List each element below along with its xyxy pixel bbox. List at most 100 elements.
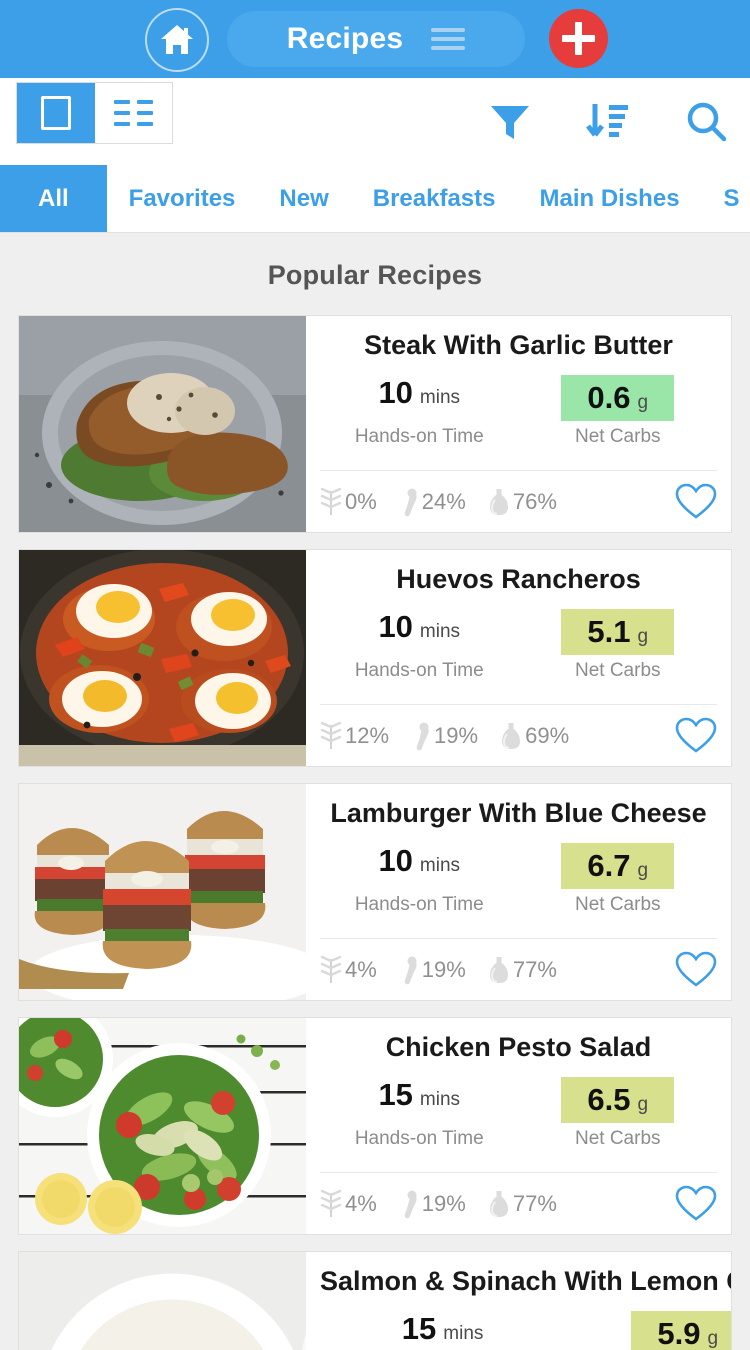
home-button[interactable] [145, 8, 209, 72]
plus-icon [562, 35, 595, 42]
search-magnifier-icon[interactable] [684, 100, 728, 144]
favorite-button[interactable] [675, 1185, 717, 1223]
tab-all[interactable]: All [0, 165, 107, 232]
hamburger-line [431, 37, 466, 41]
net-carbs-unit: g [637, 860, 649, 882]
fat-macro: 76% [488, 487, 557, 517]
app-header: Recipes [0, 0, 750, 78]
time-value: 15 [401, 1311, 437, 1347]
page-title: Recipes [286, 22, 404, 55]
time-label: Hands-on Time [354, 660, 484, 682]
recipe-title: Huevos Rancheros [396, 564, 641, 594]
heart-outline-icon[interactable] [675, 951, 717, 989]
meat-icon [404, 1190, 417, 1218]
macro-breakdown: 4% 19% 77% [320, 938, 717, 1000]
protein-percent: 19% [421, 956, 466, 982]
oil-bottle-icon [489, 1190, 508, 1217]
recipe-thumbnail[interactable] [19, 784, 306, 1000]
recipe-thumbnail[interactable] [19, 316, 306, 532]
wheat-icon [320, 955, 342, 983]
net-carbs-stat: 6.5 g Net Carbs [519, 1077, 718, 1150]
tab-favorites[interactable]: Favorites [107, 165, 258, 232]
recipe-title: Chicken Pesto Salad [385, 1032, 652, 1062]
heart-outline-icon[interactable] [675, 1185, 717, 1223]
protein-percent: 19% [421, 1190, 466, 1216]
tab-s[interactable]: S [702, 165, 750, 232]
net-carbs-value: 6.7 [587, 848, 631, 884]
macro-breakdown: 4% 19% 77% [320, 1172, 717, 1234]
page-title-pill[interactable]: Recipes [227, 11, 525, 67]
carbs-percent: 4% [345, 956, 377, 982]
section-title: Popular Recipes [267, 260, 483, 290]
carbs-macro: 12% [320, 721, 389, 751]
list-view-icon [113, 100, 153, 126]
category-tabs[interactable]: All Favorites New Breakfasts Main Dishes S [0, 165, 750, 233]
carbs-macro: 4% [320, 955, 377, 985]
tab-breakfasts[interactable]: Breakfasts [351, 165, 518, 232]
favorite-button[interactable] [675, 717, 717, 755]
list-view-button[interactable] [95, 83, 173, 143]
wheat-icon [320, 487, 342, 515]
carbs-macro: 4% [320, 1189, 377, 1219]
time-label: Hands-on Time [354, 894, 484, 916]
net-carbs-label: Net Carbs [574, 1128, 661, 1150]
heart-outline-icon[interactable] [675, 483, 717, 521]
home-icon [161, 25, 193, 54]
hands-on-time-stat: 15 mins Hands-on Time [320, 1077, 519, 1150]
recipe-thumbnail[interactable] [19, 1252, 306, 1350]
net-carbs-value: 0.6 [587, 380, 631, 416]
protein-macro: 19% [399, 1189, 466, 1219]
hands-on-time-stat: 10 mins Hands-on Time [320, 843, 519, 916]
favorite-button[interactable] [675, 483, 717, 521]
favorite-button[interactable] [675, 951, 717, 989]
time-label: Hands-on Time [354, 1128, 484, 1150]
net-carbs-stat: 0.6 g Net Carbs [519, 375, 718, 448]
oil-bottle-icon [502, 722, 521, 749]
filter-funnel-icon[interactable] [488, 101, 532, 143]
net-carbs-label: Net Carbs [574, 894, 661, 916]
net-carbs-badge: 6.5 g [561, 1077, 675, 1124]
time-value: 10 [378, 375, 413, 411]
recipe-card[interactable]: Lamburger With Blue Cheese 10 mins Hands… [18, 783, 732, 1001]
hands-on-time-stat: 10 mins Hands-on Time [320, 375, 519, 448]
carbs-macro: 0% [320, 487, 377, 517]
net-carbs-unit: g [637, 392, 649, 414]
net-carbs-unit: g [707, 1328, 719, 1350]
net-carbs-badge: 5.9 g [631, 1311, 731, 1350]
hamburger-menu-icon[interactable] [431, 28, 466, 50]
fat-macro: 77% [488, 955, 557, 985]
heart-outline-icon[interactable] [675, 717, 717, 755]
add-recipe-button[interactable] [549, 9, 608, 68]
meat-icon [404, 488, 417, 516]
recipe-list-scroll[interactable]: Popular Recipes Steak With Garlic Butter [0, 233, 750, 1350]
time-unit: mins [419, 1089, 461, 1111]
card-view-button[interactable] [17, 83, 95, 143]
meat-icon [416, 722, 429, 750]
net-carbs-label: Net Carbs [574, 426, 661, 448]
toolbar [0, 78, 750, 165]
recipe-card[interactable]: Salmon & Spinach With Lemon Cream 15 min… [18, 1251, 732, 1350]
macro-breakdown: 12% 19% 69% [320, 704, 717, 766]
recipe-title: Salmon & Spinach With Lemon Cream [320, 1266, 731, 1296]
fat-percent: 77% [512, 1190, 557, 1216]
time-label: Hands-on Time [354, 426, 484, 448]
recipe-thumbnail[interactable] [19, 1018, 306, 1234]
recipe-card[interactable]: Steak With Garlic Butter 10 mins Hands-o… [18, 315, 732, 533]
sort-descending-icon[interactable] [584, 101, 632, 143]
net-carbs-badge: 6.7 g [561, 843, 675, 890]
card-view-icon [40, 96, 71, 130]
fat-percent: 76% [512, 488, 557, 514]
tab-new[interactable]: New [257, 165, 350, 232]
protein-macro: 24% [399, 487, 466, 517]
view-mode-toggle[interactable] [16, 82, 173, 144]
recipe-card[interactable]: Huevos Rancheros 10 mins Hands-on Time 5… [18, 549, 732, 767]
net-carbs-unit: g [637, 626, 649, 648]
time-unit: mins [419, 621, 461, 643]
net-carbs-value: 5.9 [657, 1316, 701, 1350]
fat-percent: 77% [512, 956, 557, 982]
wheat-icon [320, 721, 342, 749]
net-carbs-label: Net Carbs [574, 660, 661, 682]
recipe-thumbnail[interactable] [19, 550, 306, 766]
recipe-card[interactable]: Chicken Pesto Salad 15 mins Hands-on Tim… [18, 1017, 732, 1235]
tab-main-dishes[interactable]: Main Dishes [518, 165, 702, 232]
